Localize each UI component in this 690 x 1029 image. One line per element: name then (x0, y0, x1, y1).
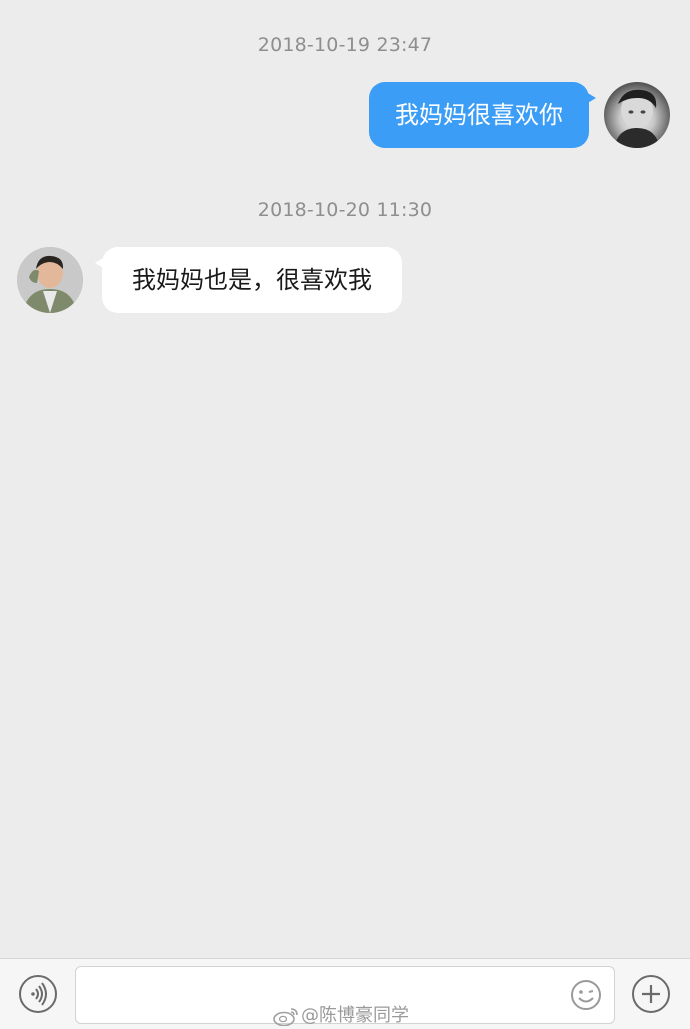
plus-icon (642, 985, 660, 1003)
chat-message-area[interactable]: 2018-10-19 23:47 我妈妈很喜欢你 2018-10-20 11:3… (0, 0, 690, 958)
avatar-photo-icon (614, 89, 660, 148)
incoming-message-bubble[interactable]: 我妈妈也是，很喜欢我 (95, 247, 402, 313)
emoji-icon (571, 980, 601, 1010)
weibo-watermark: @陈博豪同学 (273, 1001, 409, 1027)
emoji-button[interactable] (570, 979, 602, 1011)
my-avatar[interactable] (604, 82, 670, 148)
message-timestamp: 2018-10-20 11:30 (257, 199, 433, 221)
watermark-text: @陈博豪同学 (301, 1005, 409, 1026)
outgoing-message-bubble[interactable]: 我妈妈很喜欢你 (369, 82, 596, 148)
avatar-photo-icon (17, 247, 83, 313)
weibo-logo-icon (273, 1008, 298, 1026)
message-timestamp: 2018-10-19 23:47 (257, 34, 433, 56)
more-options-button[interactable] (632, 975, 670, 1013)
contact-avatar[interactable] (17, 247, 83, 313)
voice-input-button[interactable] (19, 975, 57, 1013)
voice-icon (31, 982, 47, 1006)
